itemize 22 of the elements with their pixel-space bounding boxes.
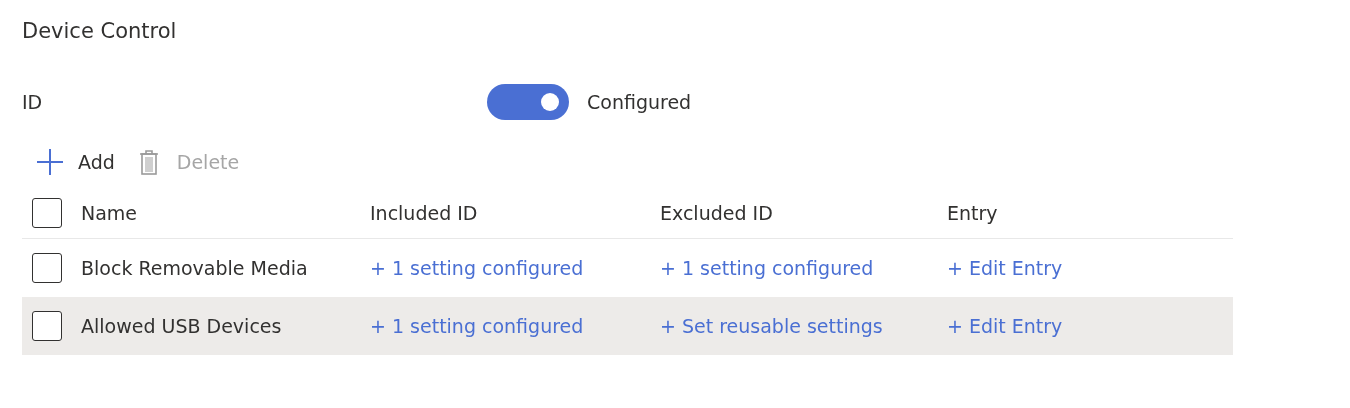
- column-header: Name: [81, 202, 139, 224]
- table-link[interactable]: + Edit Entry: [947, 315, 1063, 337]
- table-link[interactable]: + Set reusable settings: [660, 315, 883, 337]
- table-link[interactable]: + 1 setting configured: [660, 257, 874, 279]
- select-all-checkbox[interactable]: [32, 198, 62, 228]
- plus-icon: [36, 148, 64, 176]
- table-cell-text: Block Removable Media: [81, 257, 309, 279]
- table-link[interactable]: + 1 setting configured: [370, 257, 584, 279]
- column-header: Entry: [947, 202, 999, 224]
- selected-row[interactable]: Allowed USB Devices + 1 setting configured + Set reusable settings + Edit Entry: [22, 297, 1233, 355]
- setting-label: ID: [22, 91, 44, 113]
- column-header: Excluded ID: [660, 202, 774, 224]
- column-header: Included ID: [370, 202, 479, 224]
- row-checkbox[interactable]: [32, 311, 62, 341]
- row-checkbox[interactable]: [32, 253, 62, 283]
- table-link[interactable]: + Edit Entry: [947, 257, 1063, 279]
- toggle-switch[interactable]: [487, 84, 569, 120]
- add-button[interactable]: Add: [22, 148, 115, 176]
- section-title: Device Control: [22, 18, 178, 45]
- toggle-label: Configured: [587, 91, 692, 113]
- table-link[interactable]: + 1 setting configured: [370, 315, 584, 337]
- table-cell-text: Allowed USB Devices: [81, 315, 283, 337]
